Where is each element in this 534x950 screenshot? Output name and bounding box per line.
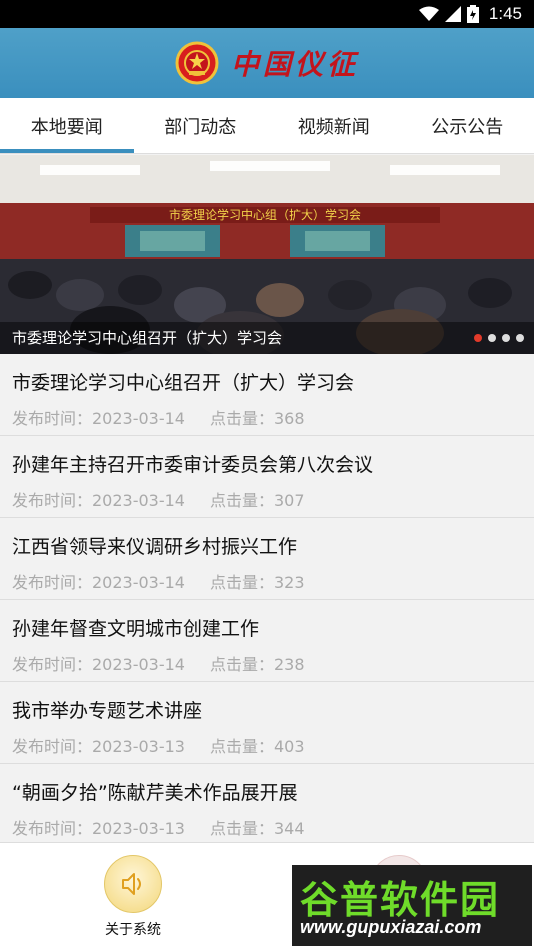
app-title: 中国仪征 [230, 48, 359, 81]
carousel-dot[interactable] [474, 334, 482, 342]
news-meta: 发布时间：2023-03-14 点击量：368 [12, 405, 522, 429]
news-clicks: 点击量：344 [210, 819, 305, 838]
national-emblem-icon [175, 41, 219, 85]
app-header: 中国仪征 [0, 28, 534, 98]
watermark-url: www.gupuxiazai.com [300, 917, 482, 937]
tab-local-news[interactable]: 本地要闻 [0, 98, 134, 153]
speaker-icon [122, 873, 141, 895]
status-time: 1:45 [488, 4, 522, 23]
tab-announcements[interactable]: 公示公告 [401, 98, 534, 153]
news-date: 发布时间：2023-03-14 [12, 409, 185, 428]
banner-carousel[interactable]: 市委理论学习中心组（扩大）学习会 市委理论学习中心组召开（扩大）学习会 [0, 155, 534, 354]
news-clicks: 点击量：323 [210, 573, 305, 592]
news-clicks: 点击量：238 [210, 655, 305, 674]
news-title: 我市举办专题艺术讲座 [12, 700, 203, 722]
news-date: 发布时间：2023-03-13 [12, 737, 185, 756]
news-meta: 发布时间：2023-03-13 点击量：403 [12, 733, 522, 757]
about-system-button[interactable]: 关于系统 [100, 855, 166, 939]
news-list: 市委理论学习中心组召开（扩大）学习会 发布时间：2023-03-14 点击量：3… [0, 354, 534, 846]
status-bar: 1:45 [0, 0, 534, 28]
about-circle [104, 855, 162, 913]
banner-caption: 市委理论学习中心组召开（扩大）学习会 [0, 322, 534, 354]
news-meta: 发布时间：2023-03-13 点击量：344 [12, 815, 522, 839]
carousel-dot[interactable] [516, 334, 524, 342]
news-item[interactable]: 我市举办专题艺术讲座 发布时间：2023-03-13 点击量：403 [0, 682, 534, 764]
carousel-dot[interactable] [502, 334, 510, 342]
news-clicks: 点击量：368 [210, 409, 305, 428]
wifi-icon [418, 6, 439, 21]
news-item[interactable]: 江西省领导来仪调研乡村振兴工作 发布时间：2023-03-14 点击量：323 [0, 518, 534, 600]
news-item[interactable]: 孙建年督查文明城市创建工作 发布时间：2023-03-14 点击量：238 [0, 600, 534, 682]
news-meta: 发布时间：2023-03-14 点击量：307 [12, 487, 522, 511]
status-icons: 1:45 [418, 3, 522, 25]
news-date: 发布时间：2023-03-14 [12, 655, 185, 674]
news-item[interactable]: “朝画夕拾”陈献芹美术作品展开展 发布时间：2023-03-13 点击量：344 [0, 764, 534, 846]
news-date: 发布时间：2023-03-14 [12, 573, 185, 592]
carousel-indicator [474, 334, 524, 342]
news-title: 江西省领导来仪调研乡村振兴工作 [12, 536, 298, 558]
news-meta: 发布时间：2023-03-14 点击量：238 [12, 651, 522, 675]
logo-group: 中国仪征 [175, 41, 359, 85]
news-clicks: 点击量：307 [210, 491, 305, 510]
news-date: 发布时间：2023-03-13 [12, 819, 185, 838]
news-item[interactable]: 孙建年主持召开市委审计委员会第八次会议 发布时间：2023-03-14 点击量：… [0, 436, 534, 518]
tab-bar: 本地要闻 部门动态 视频新闻 公示公告 [0, 98, 534, 154]
news-date: 发布时间：2023-03-14 [12, 491, 185, 510]
news-title: 孙建年主持召开市委审计委员会第八次会议 [12, 454, 374, 476]
watermark-main-text: 谷普软件园 [300, 878, 501, 922]
news-title: “朝画夕拾”陈献芹美术作品展开展 [12, 782, 298, 804]
news-clicks: 点击量：403 [210, 737, 305, 756]
signal-icon [444, 6, 461, 22]
carousel-dot[interactable] [488, 334, 496, 342]
news-item[interactable]: 市委理论学习中心组召开（扩大）学习会 发布时间：2023-03-14 点击量：3… [0, 354, 534, 436]
news-meta: 发布时间：2023-03-14 点击量：323 [12, 569, 522, 593]
battery-icon [466, 5, 479, 23]
tab-video-news[interactable]: 视频新闻 [267, 98, 401, 153]
news-title: 市委理论学习中心组召开（扩大）学习会 [12, 372, 355, 394]
watermark-overlay: 谷普软件园 www.gupuxiazai.com [292, 865, 532, 946]
news-title: 孙建年督查文明城市创建工作 [12, 618, 260, 640]
tab-department-news[interactable]: 部门动态 [134, 98, 268, 153]
about-system-label: 关于系统 [105, 922, 161, 938]
banner-backdrop-text: 市委理论学习中心组（扩大）学习会 [169, 207, 361, 222]
